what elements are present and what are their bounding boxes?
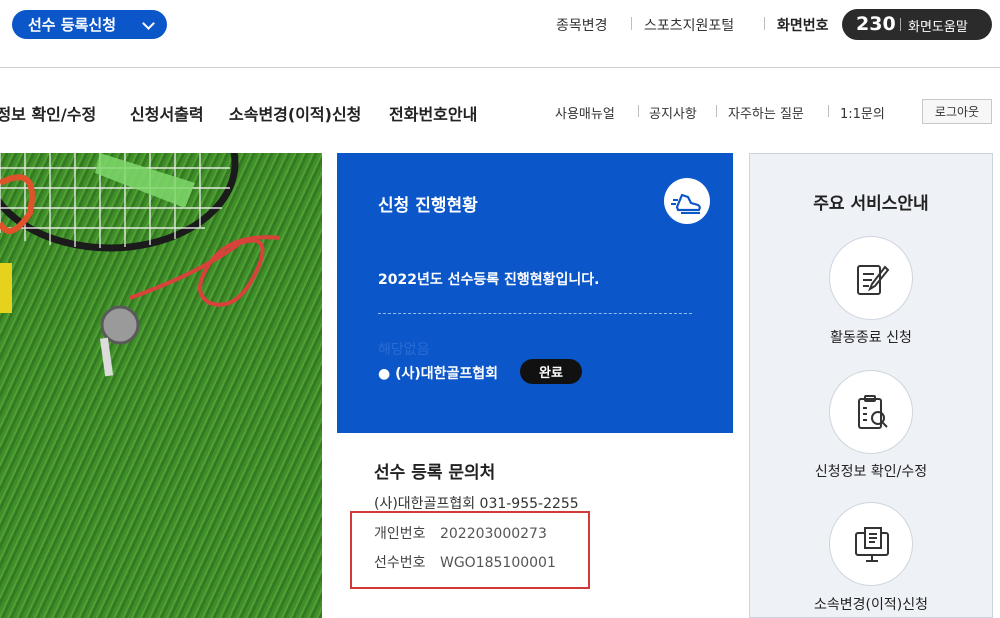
main-services-panel: 주요 서비스안내 활동종료 신청 신청정보 확인/수정 소속변경(이적)신청 [749,153,993,618]
nav-item-transfer-request[interactable]: 소속변경(이적)신청 [229,101,361,125]
screen-help-label: 화면도움말 [908,20,968,35]
application-status-card: 신청 진행현황 2022년도 선수등록 진행현황입니다. 해당없음 ● (사)대… [337,153,733,433]
nav-item-application-info[interactable]: 신청정보 확인/수정 [0,101,96,125]
status-description: 2022년도 선수등록 진행현황입니다. [378,272,600,288]
registration-menu-label: 선수 등록신청 [28,16,117,34]
service-transfer-button[interactable] [829,502,913,586]
user-manual-link[interactable]: 사용매뉴얼 [555,103,615,122]
nav-item-phone-info[interactable]: 전화번호안내 [389,101,477,125]
inquiry-link[interactable]: 1:1문의 [840,103,885,122]
services-title: 주요 서비스안내 [813,194,929,214]
divider [631,17,632,30]
status-complete-badge: 완료 [520,359,582,384]
status-organization: ● (사)대한골프협회 [378,366,499,382]
registration-menu-dropdown[interactable]: 선수 등록신청 [12,10,167,39]
service-application-info-label[interactable]: 신청정보 확인/수정 [750,461,992,481]
service-end-activity-button[interactable] [829,236,913,320]
sports-equipment-illustration [0,153,281,377]
service-application-info-button[interactable] [829,370,913,454]
top-bar: 선수 등록신청 종목변경 스포츠지원포털 화면번호 230 화면도움말 [0,0,1000,68]
divider [900,18,901,31]
screen-number: 230 [856,13,896,35]
sports-portal-link[interactable]: 스포츠지원포털 [644,15,734,35]
change-sport-link[interactable]: 종목변경 [556,15,608,35]
divider [638,105,639,117]
faq-link[interactable]: 자주하는 질문 [728,103,804,122]
divider [828,105,829,117]
nav-item-print-application[interactable]: 신청서출력 [130,101,204,125]
contact-org-phone: (사)대한골프협회 031-955-2255 [374,496,579,512]
running-shoe-icon [664,178,710,224]
contact-title: 선수 등록 문의처 [374,463,496,483]
status-title: 신청 진행현황 [378,196,478,216]
hero-sports-image [0,153,322,618]
service-end-activity-label[interactable]: 활동종료 신청 [750,327,992,347]
notice-link[interactable]: 공지사항 [649,103,697,122]
divider [716,105,717,117]
dashed-divider [378,313,692,314]
logout-button[interactable]: 로그아웃 [922,99,992,124]
screen-number-label: 화면번호 [777,18,829,34]
chevron-down-icon [142,17,155,30]
divider [764,17,765,30]
status-empty-text: 해당없음 [378,342,430,358]
highlight-box [350,511,590,589]
screen-help-button[interactable]: 230 화면도움말 [842,9,992,40]
service-transfer-label[interactable]: 소속변경(이적)신청 [750,594,992,614]
